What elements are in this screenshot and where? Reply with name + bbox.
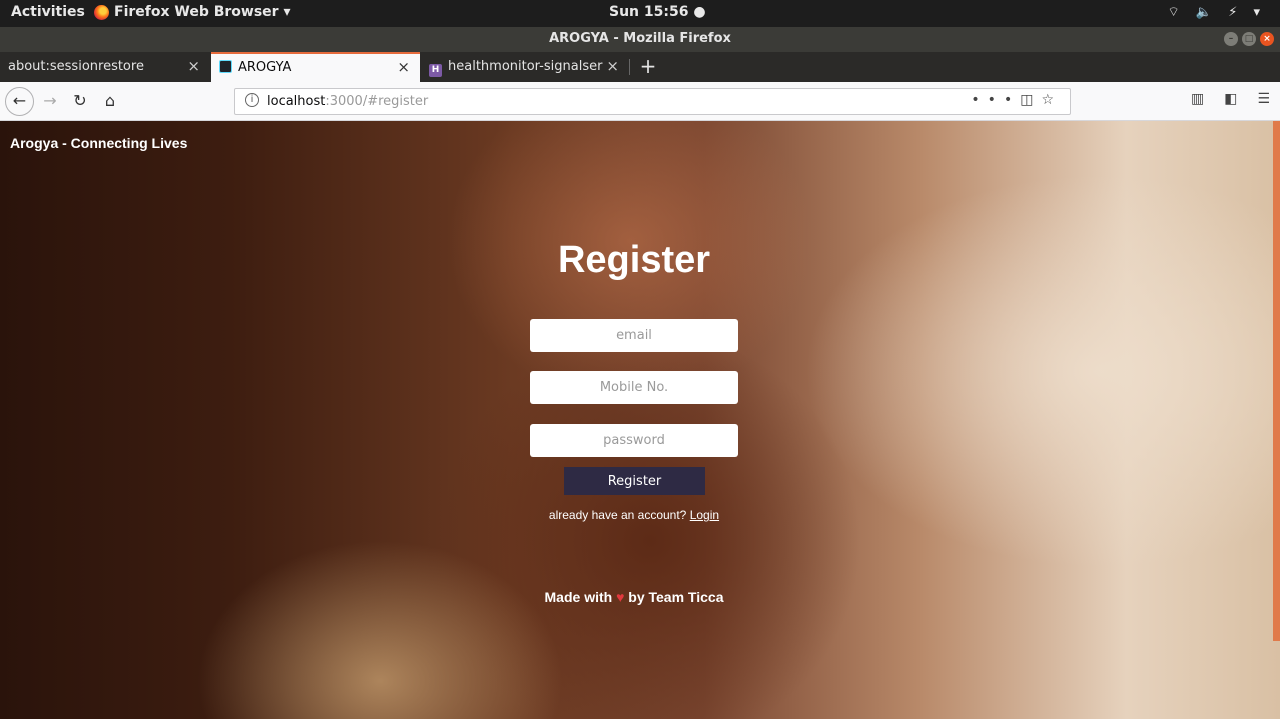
tab-healthmonitor[interactable]: Hhealthmonitor-signalser × [421,52,629,82]
window-title: AROGYA - Mozilla Firefox [549,31,731,46]
footer: Made with ♥ by Team Ticca [0,589,1268,605]
login-prompt: already have an account? Login [0,508,1268,522]
url-bar-actions: •••◫☆ [971,92,1062,108]
scrollbar[interactable] [1273,121,1280,641]
system-status-icons[interactable]: ⌔ 🔈 ⚡ ▾ [1168,4,1266,20]
system-top-bar: Activities Firefox Web Browser ▾ Sun 15:… [0,0,1280,27]
minimize-icon[interactable]: – [1224,32,1238,46]
page-title: Register [557,239,711,281]
reload-icon[interactable]: ↻ [67,89,93,113]
forward-arrow-icon[interactable]: → [37,89,63,113]
react-favicon-icon [219,60,232,73]
app-menu-label: Firefox Web Browser ▾ [114,4,291,20]
maximize-icon[interactable]: □ [1242,32,1256,46]
bookmark-star-icon[interactable]: ☆ [1041,92,1062,108]
url-text[interactable]: localhost:3000/#register [267,94,428,109]
tab-strip: about:sessionrestore × AROGYA × Hhealthm… [0,52,1280,82]
url-bar[interactable]: i localhost:3000/#register •••◫☆ [234,88,1071,115]
menu-hamburger-icon[interactable]: ☰ [1257,91,1270,107]
new-tab-icon[interactable]: + [638,54,658,80]
window-controls: – □ × [1224,32,1274,46]
heart-icon: ♥ [616,589,625,605]
login-prompt-text: already have an account? [548,508,687,522]
navigation-toolbar: ← → ↻ ⌂ i localhost:3000/#register •••◫☆… [0,82,1280,121]
tab-sessionrestore[interactable]: about:sessionrestore × [0,52,210,82]
footer-text-before: Made with [544,589,613,605]
sidebar-icon[interactable]: ◧ [1224,91,1237,107]
toolbar-icons: ▥ ◧ ☰ [1191,91,1270,107]
email-field[interactable] [530,319,738,352]
clock[interactable]: Sun 15:56 ● [609,4,706,20]
register-button[interactable]: Register [564,467,705,495]
brand-title[interactable]: Arogya - Connecting Lives [10,135,187,151]
page-actions-icon[interactable]: ••• [971,92,1020,108]
tab-close-icon[interactable]: × [606,52,619,81]
heroku-favicon-icon: H [429,64,442,77]
window-title-bar: AROGYA - Mozilla Firefox – □ × [0,27,1280,52]
close-icon[interactable]: × [1260,32,1274,46]
tab-label: about:sessionrestore [8,59,144,74]
home-icon[interactable]: ⌂ [97,89,123,113]
mobile-field[interactable] [530,371,738,404]
footer-text-after: by Team Ticca [628,589,724,605]
login-link[interactable]: Login [690,508,719,522]
pocket-icon[interactable]: ◫ [1020,92,1041,108]
library-icon[interactable]: ▥ [1191,91,1204,107]
firefox-icon [94,4,109,20]
tab-label: AROGYA [238,60,292,75]
tab-close-icon[interactable]: × [187,52,200,81]
activities-button[interactable]: Activities [11,4,85,20]
tab-separator [629,59,630,75]
tab-close-icon[interactable]: × [397,54,410,81]
tab-label: healthmonitor-signalser [448,59,603,74]
password-field[interactable] [530,424,738,457]
back-arrow-icon[interactable]: ← [5,87,34,116]
site-info-icon[interactable]: i [245,93,259,107]
tab-arogya[interactable]: AROGYA × [211,52,420,82]
page-content: Arogya - Connecting Lives Register Regis… [0,121,1280,719]
app-menu[interactable]: Firefox Web Browser ▾ [94,4,290,20]
